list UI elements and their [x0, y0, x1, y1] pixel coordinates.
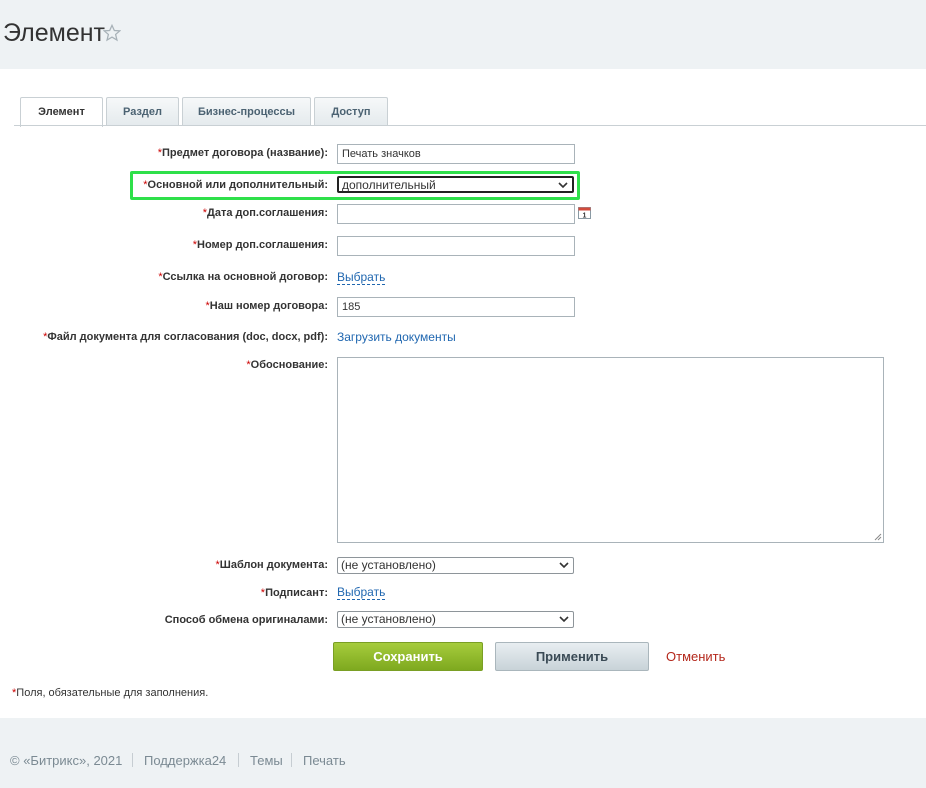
document-file-label-text: Файл документа для согласования (doc, do… [47, 331, 328, 343]
subject-input[interactable] [337, 144, 575, 164]
footer-support-link[interactable]: Поддержка24 [144, 753, 226, 768]
justification-label-text: Обоснование: [250, 359, 328, 371]
subject-label: *Предмет договора (название): [158, 147, 328, 159]
agreement-date-label-text: Дата доп.соглашения: [207, 207, 328, 219]
chevron-down-icon [559, 616, 569, 623]
originals-exchange-label: Способ обмена оригиналами: [164, 614, 328, 626]
agreement-date-input[interactable] [337, 204, 575, 224]
page-footer: © «Битрикс», 2021 Поддержка24 Темы Печат… [0, 718, 926, 788]
chevron-down-icon [559, 562, 569, 569]
svg-text:1: 1 [583, 213, 587, 220]
footer-divider [291, 753, 292, 767]
required-note-text: Поля, обязательные для заполнения. [16, 687, 209, 699]
agreement-date-label: *Дата доп.соглашения: [203, 207, 328, 219]
save-button[interactable]: Сохранить [333, 642, 483, 671]
star-icon[interactable] [103, 24, 121, 42]
agreement-number-label-text: Номер доп.соглашения: [197, 239, 328, 251]
page-title: Элемент [3, 19, 105, 47]
document-template-select[interactable]: (не установлено) [337, 557, 574, 574]
agreement-number-input[interactable] [337, 236, 575, 256]
footer-print-link[interactable]: Печать [303, 753, 346, 768]
resize-handle-icon[interactable] [874, 533, 882, 541]
document-file-label: *Файл документа для согласования (doc, d… [43, 331, 328, 343]
tab-business-processes[interactable]: Бизнес-процессы [182, 97, 311, 126]
main-or-additional-label: *Основной или дополнительный: [143, 179, 328, 191]
required-fields-note: *Поля, обязательные для заполнения. [12, 687, 208, 699]
our-contract-number-input[interactable] [337, 297, 575, 317]
main-or-additional-label-text: Основной или дополнительный: [147, 179, 328, 191]
originals-exchange-value: (не установлено) [341, 612, 436, 626]
footer-divider [238, 753, 239, 767]
upload-documents-link[interactable]: Загрузить документы [337, 330, 456, 344]
main-contract-select-link[interactable]: Выбрать [337, 270, 386, 285]
main-or-additional-value: дополнительный [342, 178, 436, 192]
main-contract-label-text: Ссылка на основной договор: [162, 271, 328, 283]
subject-label-text: Предмет договора (название): [162, 147, 328, 159]
signatory-select-link[interactable]: Выбрать [337, 585, 386, 600]
our-contract-number-label: *Наш номер договора: [205, 300, 328, 312]
originals-exchange-select[interactable]: (не установлено) [337, 611, 574, 628]
footer-divider [132, 753, 133, 767]
agreement-number-label: *Номер доп.соглашения: [193, 239, 328, 251]
page-header: Элемент [0, 0, 926, 69]
tab-divider [14, 125, 926, 126]
tab-element[interactable]: Элемент [20, 97, 103, 127]
our-contract-number-label-text: Наш номер договора: [209, 300, 328, 312]
footer-themes-link[interactable]: Темы [250, 753, 283, 768]
document-template-value: (не установлено) [341, 558, 436, 572]
document-template-label-text: Шаблон документа: [219, 559, 328, 571]
main-or-additional-select[interactable]: дополнительный [337, 176, 574, 193]
main-contract-label: *Ссылка на основной договор: [158, 271, 328, 283]
justification-label: *Обоснование: [246, 359, 328, 371]
footer-copyright: © «Битрикс», 2021 [10, 753, 123, 768]
chevron-down-icon [558, 182, 568, 189]
apply-button[interactable]: Применить [495, 642, 649, 671]
signatory-label: *Подписант: [261, 587, 328, 599]
signatory-label-text: Подписант: [265, 587, 328, 599]
tab-access[interactable]: Доступ [314, 97, 388, 126]
cancel-button[interactable]: Отменить [666, 649, 725, 664]
justification-textarea[interactable] [337, 357, 884, 543]
tab-section[interactable]: Раздел [106, 97, 179, 126]
calendar-icon[interactable]: 1 [578, 206, 591, 219]
document-template-label: *Шаблон документа: [216, 559, 328, 571]
